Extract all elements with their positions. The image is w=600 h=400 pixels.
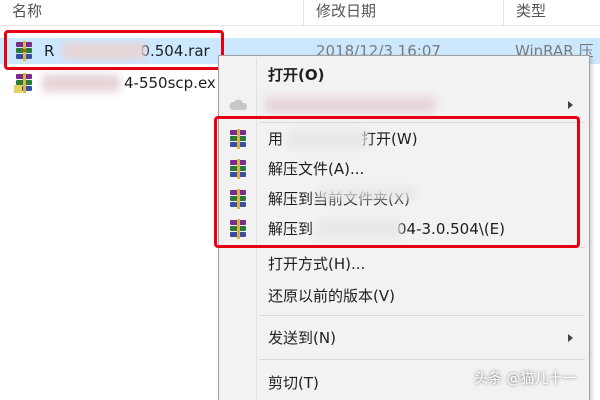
- menu-item-open-with[interactable]: 打开方式(H)...: [221, 249, 587, 279]
- chevron-right-icon: [568, 334, 573, 342]
- file-name: 4-550scp.ex: [124, 74, 216, 92]
- menu-item-open[interactable]: 打开(O): [221, 60, 587, 90]
- file-row-exe[interactable]: 4-550scp.ex: [0, 70, 218, 96]
- redacted-label: [265, 97, 435, 113]
- menu-item-label: 还原以前的版本(V): [268, 287, 395, 305]
- menu-item-label: 发送到(N): [268, 329, 336, 347]
- highlight-winrar-items-box: [214, 116, 580, 248]
- menu-item-label: 打开方式(H)...: [268, 255, 366, 273]
- column-name-header[interactable]: 名称: [0, 0, 303, 26]
- highlight-file-box: [4, 30, 224, 70]
- watermark: 头条 @猫儿十一: [474, 371, 577, 387]
- column-date-header[interactable]: 修改日期: [303, 0, 503, 26]
- menu-separator: [259, 359, 585, 360]
- cloud-icon: [228, 95, 250, 115]
- redacted-name: [42, 74, 120, 92]
- winrar-exe-icon: [14, 73, 36, 93]
- column-type-header[interactable]: 类型: [503, 0, 600, 26]
- menu-item-send-to[interactable]: 发送到(N): [221, 323, 587, 353]
- menu-separator: [259, 315, 585, 316]
- menu-item-label: 剪切(T): [268, 374, 319, 392]
- column-header: 名称 修改日期 类型: [0, 0, 600, 26]
- menu-item-restore-versions[interactable]: 还原以前的版本(V): [221, 281, 587, 311]
- chevron-right-icon: [568, 101, 573, 109]
- menu-item-label: 打开(O): [268, 66, 325, 84]
